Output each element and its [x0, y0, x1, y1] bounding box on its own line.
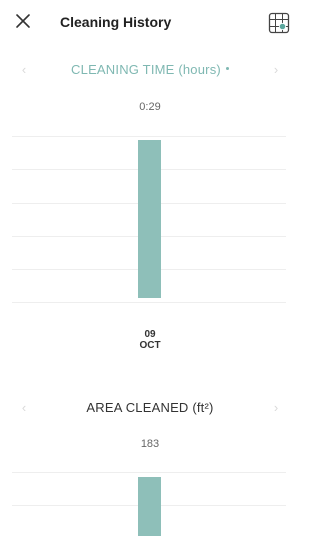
map-grid-icon: [268, 12, 290, 34]
area-cleaned-title[interactable]: AREA CLEANED (ft²): [0, 400, 300, 415]
gridline: [12, 472, 286, 473]
cleaning-time-bar[interactable]: [138, 140, 161, 298]
area-cleaned-value-label: 183: [140, 438, 160, 450]
cleaning-time-value-label: 0:29: [139, 101, 161, 113]
chevron-right-icon: ›: [273, 400, 279, 415]
chevron-right-icon: ›: [273, 62, 279, 77]
area-cleaned-section-header: ‹ AREA CLEANED (ft²) ›: [0, 398, 300, 422]
cleaning-time-title-label: CLEANING TIME (hours): [71, 62, 221, 77]
date-label: 09 OCT: [0, 329, 300, 351]
page-title: Cleaning History: [60, 14, 172, 30]
close-icon: [16, 14, 30, 28]
selected-indicator-dot: [225, 67, 229, 71]
cleaning-time-title[interactable]: CLEANING TIME (hours): [0, 62, 300, 77]
gridline: [12, 302, 286, 303]
area-cleaned-title-label: AREA CLEANED (ft²): [86, 400, 214, 415]
area-cleaned-bar[interactable]: [138, 477, 161, 536]
date-day: 09: [144, 329, 156, 340]
top-bar: Cleaning History: [0, 0, 300, 46]
next-period-button[interactable]: ›: [268, 400, 284, 415]
date-month: OCT: [139, 340, 161, 351]
cleaning-time-section-header: ‹ CLEANING TIME (hours) ›: [0, 60, 300, 84]
gridline: [12, 136, 286, 137]
close-button[interactable]: [12, 10, 34, 32]
next-period-button[interactable]: ›: [268, 62, 284, 77]
map-button[interactable]: [268, 12, 290, 34]
